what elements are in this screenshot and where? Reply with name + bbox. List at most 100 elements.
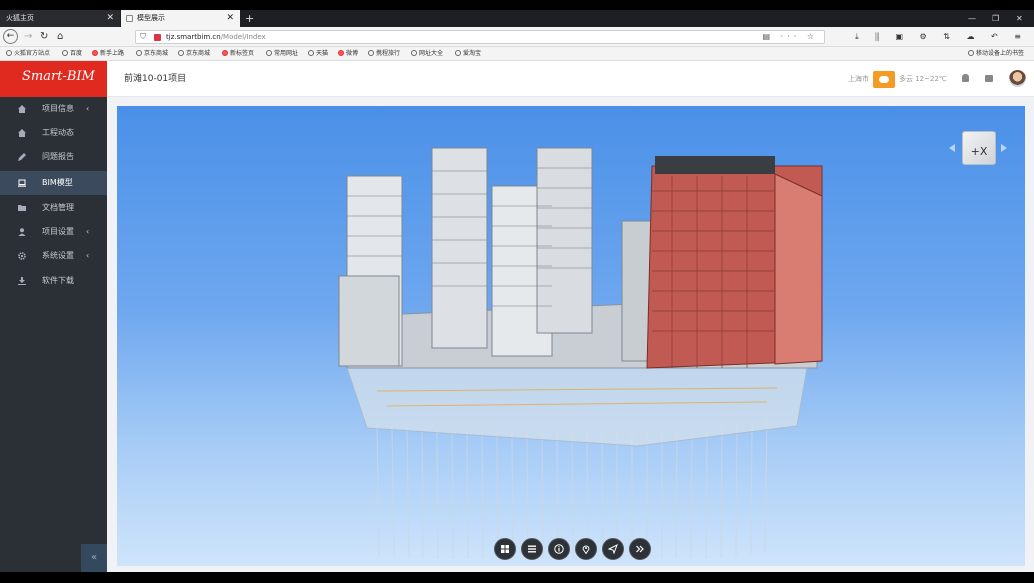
bookmark-item[interactable]: 微博 [338, 47, 358, 61]
bell-icon[interactable] [962, 74, 969, 82]
rotate-right-icon[interactable] [1001, 144, 1007, 152]
address-bar[interactable]: ⛉ tjz.smartbim.cn/Model/Index ▤ ··· ☆ [135, 30, 825, 44]
firefox-icon [92, 50, 98, 56]
site-icon[interactable] [154, 34, 161, 41]
tab-model-display[interactable]: 模型展示 ✕ [121, 10, 240, 27]
map-pin-icon [582, 545, 590, 554]
model-tree-button[interactable] [521, 538, 543, 560]
sidebar-item-project-info[interactable]: 项目信息 ‹ [0, 97, 107, 121]
weibo-icon [338, 50, 344, 56]
bookmark-item[interactable]: 京东商城 [178, 47, 210, 61]
folder-icon [18, 205, 26, 211]
new-tab-icon[interactable]: + [245, 10, 254, 27]
avatar[interactable] [1009, 70, 1026, 87]
bookmark-item[interactable]: 京东商城 [136, 47, 168, 61]
sidebar-item-label: 工程动态 [42, 128, 74, 137]
bim-model-viewer[interactable]: +X [117, 106, 1025, 566]
bookmark-item[interactable]: 网址大全 [411, 47, 443, 61]
chevron-double-right-icon [636, 545, 644, 553]
bookmark-label: 京东商城 [144, 50, 169, 57]
bookmark-label: 微博 [346, 50, 359, 57]
sidebar-item-project-settings[interactable]: 项目设置 ‹ [0, 220, 107, 244]
sidebar-item-documents[interactable]: 文档管理 [0, 196, 107, 220]
page-actions[interactable]: ▤ ··· ☆ [763, 31, 818, 43]
properties-button[interactable] [548, 538, 570, 560]
gear-icon [18, 252, 26, 260]
navigate-button[interactable] [602, 538, 624, 560]
page-icon [126, 15, 133, 22]
rotate-left-icon[interactable] [949, 144, 955, 152]
bookmark-item[interactable]: 火狐官方站点 [6, 47, 50, 61]
globe-icon [308, 50, 314, 56]
more-tools-button[interactable] [629, 538, 651, 560]
bookmark-item[interactable]: 携程旅行 [368, 47, 400, 61]
bookmark-label: 爱淘宝 [463, 50, 482, 57]
chevron-left-icon: ‹ [86, 251, 90, 260]
globe-icon [368, 50, 374, 56]
folder-icon [266, 50, 272, 56]
globe-icon [455, 50, 461, 56]
bookmark-item[interactable]: 常用网址 [266, 47, 298, 61]
bookmark-label: 移动设备上的书签 [976, 50, 1025, 57]
minimize-icon[interactable]: — [968, 10, 976, 27]
bookmark-item[interactable]: 百度 [62, 47, 82, 61]
collapse-sidebar-button[interactable]: « [81, 544, 107, 572]
folder-icon [6, 50, 12, 56]
restore-icon[interactable]: ❐ [992, 10, 999, 27]
sidebar-item-label: 项目设置 [42, 227, 74, 236]
close-icon[interactable]: ✕ [106, 10, 114, 27]
bookmark-item[interactable]: 天猫 [308, 47, 328, 61]
shield-icon[interactable]: ⛉ [140, 31, 146, 43]
weather-text: 多云 12~22℃ [899, 75, 947, 83]
message-icon[interactable] [985, 75, 993, 82]
location-button[interactable] [575, 538, 597, 560]
globe-icon [62, 50, 68, 56]
bookmark-label: 新标签页 [230, 50, 255, 57]
phone-icon [968, 50, 974, 56]
home-icon[interactable]: ⌂ [57, 29, 63, 45]
app: Smart-BIM 项目信息 ‹ 工程动态 问题报告 BIM模型 文档管理 项目… [0, 61, 1034, 572]
browser-toolbar-icons[interactable]: ⤓ ⫼ ▣ ⚙ ⇅ ☁ ↶ ≡ [855, 29, 1028, 45]
sidebar-item-label: 文档管理 [42, 203, 74, 212]
user-icon [18, 228, 26, 236]
roof-plant [655, 156, 775, 174]
sidebar-item-label: 系统设置 [42, 251, 74, 260]
sidebar-item-label: 问题报告 [42, 152, 74, 161]
browser-nav-bar: ← → ↻ ⌂ ⛉ tjz.smartbim.cn/Model/Index ▤ … [0, 27, 1034, 47]
window-close-icon[interactable]: ✕ [1016, 10, 1023, 27]
mobile-bookmarks[interactable]: 移动设备上的书签 [968, 47, 1024, 61]
back-icon[interactable]: ← [3, 29, 18, 44]
bookmark-item[interactable]: 新标签页 [222, 47, 254, 61]
reload-icon[interactable]: ↻ [40, 29, 48, 45]
url-path: /Model/Index [220, 33, 266, 41]
sidebar-item-issue-report[interactable]: 问题报告 [0, 145, 107, 169]
view-cube[interactable]: +X [962, 131, 996, 165]
laptop-icon [18, 179, 26, 187]
bottom-border [0, 572, 1034, 583]
tab-home[interactable]: 火狐主页 ✕ [0, 10, 120, 27]
chevron-left-icon: ‹ [86, 227, 90, 236]
sidebar-item-system-settings[interactable]: 系统设置 ‹ [0, 244, 107, 268]
home-icon [18, 129, 26, 137]
bookmark-label: 携程旅行 [376, 50, 401, 57]
sidebar: Smart-BIM 项目信息 ‹ 工程动态 问题报告 BIM模型 文档管理 项目… [0, 61, 107, 572]
tab-label: 火狐主页 [6, 14, 34, 22]
page-title: 前滩10-01项目 [124, 74, 187, 84]
bookmark-label: 京东商城 [186, 50, 211, 57]
building-model-render [338, 147, 823, 559]
sidebar-item-software-download[interactable]: 软件下载 [0, 269, 107, 293]
low-block [338, 275, 400, 367]
bookmark-item[interactable]: 爱淘宝 [455, 47, 481, 61]
logo-text: Smart-BIM [22, 69, 95, 84]
close-icon[interactable]: ✕ [226, 10, 234, 27]
logo[interactable]: Smart-BIM [0, 61, 107, 97]
browser-tab-strip: 火狐主页 ✕ 模型展示 ✕ + — ❐ ✕ [0, 10, 1034, 27]
forward-icon[interactable]: → [24, 29, 32, 45]
chevron-left-icon: ‹ [86, 104, 90, 113]
red-tower-side [774, 173, 823, 365]
globe-icon [136, 50, 142, 56]
home-view-button[interactable] [494, 538, 516, 560]
sidebar-item-project-news[interactable]: 工程动态 [0, 121, 107, 145]
sidebar-item-bim-model[interactable]: BIM模型 [0, 171, 107, 195]
bookmark-item[interactable]: 新手上路 [92, 47, 124, 61]
